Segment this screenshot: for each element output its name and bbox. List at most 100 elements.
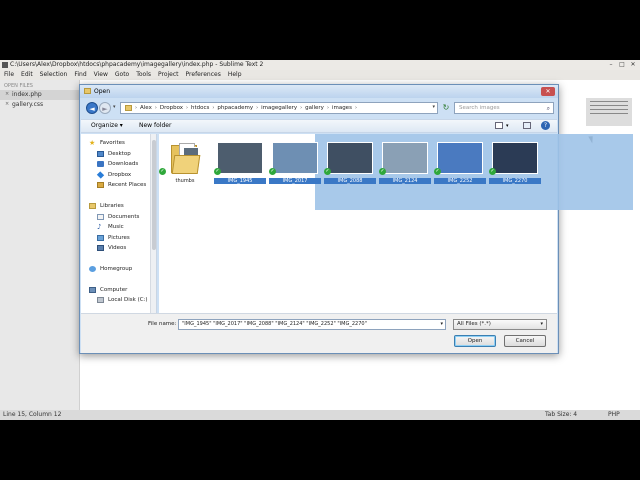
nav-documents[interactable]: Documents — [97, 214, 139, 220]
search-icon[interactable]: ⌕ — [547, 104, 550, 114]
sidebar-file-label: index.php — [12, 91, 42, 98]
organize-button[interactable]: Organize ▾ — [91, 120, 123, 132]
back-button[interactable]: ◄ — [86, 102, 98, 114]
view-icon[interactable] — [495, 122, 503, 129]
close-file-icon[interactable]: × — [5, 100, 9, 108]
file-tile-img-2252[interactable]: ✓ IMG_2252 — [434, 137, 486, 191]
address-bar[interactable]: › Alex › Dropbox › htdocs › phpacademy › ima… — [120, 102, 438, 114]
file-tile-img-2088[interactable]: ✓ IMG_2088 — [324, 137, 376, 191]
nav-pictures[interactable]: Pictures — [97, 235, 130, 241]
close-window-button[interactable]: ✕ — [629, 61, 637, 68]
breadcrumb-images[interactable]: images — [332, 105, 352, 111]
nav-recent-places[interactable]: Recent Places — [97, 182, 146, 188]
forward-button[interactable]: ► — [99, 102, 111, 114]
image-thumbnail — [272, 142, 318, 174]
menu-bar: File Edit Selection Find View Goto Tools… — [0, 70, 640, 80]
nav-label: Recent Places — [108, 182, 147, 188]
nav-label: Desktop — [108, 151, 131, 157]
menu-goto[interactable]: Goto — [115, 70, 129, 80]
navpane-scrollbar[interactable] — [150, 134, 156, 313]
breadcrumb-gallery[interactable]: gallery — [305, 105, 324, 111]
file-tile-img-1945[interactable]: ✓ IMG_1945 — [214, 137, 266, 191]
chevron-down-icon[interactable]: ▾ — [440, 320, 443, 329]
sync-check-icon: ✓ — [214, 168, 221, 175]
menu-help[interactable]: Help — [228, 70, 242, 80]
chevron-down-icon[interactable]: ▾ — [506, 120, 509, 132]
file-name-label: File name: — [148, 321, 177, 327]
dialog-title-bar: Open ✕ — [80, 85, 558, 98]
breadcrumb-phpacademy[interactable]: phpacademy — [217, 105, 253, 111]
chevron-down-icon[interactable]: ▾ — [540, 320, 543, 329]
nav-label: Homegroup — [100, 266, 133, 272]
file-list[interactable]: ✓ thumbs ✓ IMG_1945 ✓ IMG_2017 ✓ IMG_208… — [159, 134, 633, 313]
sync-check-icon: ✓ — [489, 168, 496, 175]
chevron-down-icon[interactable]: ▾ — [432, 104, 435, 110]
refresh-icon[interactable]: ↻ — [440, 102, 452, 114]
minimize-button[interactable]: – — [607, 61, 615, 68]
image-thumbnail — [492, 142, 538, 174]
breadcrumb-imagegallery[interactable]: imagegallery — [261, 105, 297, 111]
menu-tools[interactable]: Tools — [136, 70, 151, 80]
downloads-icon — [97, 161, 104, 167]
nav-homegroup[interactable]: Homegroup — [89, 266, 132, 272]
nav-label: Music — [108, 224, 124, 230]
image-thumbnail — [382, 142, 428, 174]
nav-computer[interactable]: Computer — [89, 287, 127, 293]
close-file-icon[interactable]: × — [5, 90, 9, 98]
nav-libraries[interactable]: Libraries — [89, 203, 124, 209]
file-name-input[interactable]: "IMG_1945" "IMG_2017" "IMG_2088" "IMG_21… — [178, 319, 446, 330]
nav-desktop[interactable]: Desktop — [97, 151, 131, 157]
file-name: IMG_1945 — [214, 178, 266, 184]
dialog-close-button[interactable]: ✕ — [541, 87, 555, 96]
nav-label: Videos — [108, 245, 127, 251]
recent-locations-dropdown[interactable]: ▾ — [113, 104, 116, 110]
menu-view[interactable]: View — [94, 70, 108, 80]
nav-dropbox[interactable]: Dropbox — [96, 171, 131, 179]
tab-size[interactable]: Tab Size: 4 — [545, 410, 577, 420]
breadcrumb-dropbox[interactable]: Dropbox — [160, 105, 183, 111]
music-icon: ♪ — [97, 223, 102, 231]
file-tile-img-2017[interactable]: ✓ IMG_2017 — [269, 137, 321, 191]
nav-music[interactable]: ♪ Music — [97, 223, 124, 231]
breadcrumb-alex[interactable]: Alex — [140, 105, 152, 111]
menu-project[interactable]: Project — [158, 70, 179, 80]
title-bar: C:\Users\Alex\Dropbox\htdocs\phpacademy\… — [0, 60, 640, 70]
file-name: IMG_2252 — [434, 178, 486, 184]
menu-file[interactable]: File — [4, 70, 14, 80]
computer-icon — [89, 287, 96, 293]
nav-favorites[interactable]: ★ Favorites — [89, 140, 125, 147]
nav-local-disk[interactable]: Local Disk (C:) — [97, 297, 148, 303]
breadcrumb-htdocs[interactable]: htdocs — [191, 105, 209, 111]
sync-check-icon: ✓ — [269, 168, 276, 175]
menu-selection[interactable]: Selection — [40, 70, 68, 80]
file-type-select[interactable]: All Files (*.*) ▾ — [453, 319, 547, 330]
new-folder-button[interactable]: New folder — [139, 120, 171, 132]
nav-videos[interactable]: Videos — [97, 245, 126, 251]
menu-preferences[interactable]: Preferences — [186, 70, 221, 80]
sidebar-file-index[interactable]: × index.php — [0, 90, 79, 100]
nav-label: Local Disk (C:) — [108, 297, 148, 303]
dialog-footer: File name: "IMG_1945" "IMG_2017" "IMG_20… — [81, 313, 557, 353]
nav-label: Pictures — [108, 235, 130, 241]
sync-check-icon: ✓ — [379, 168, 386, 175]
cursor-position: Line 15, Column 12 — [3, 411, 62, 418]
image-thumbnail — [437, 142, 483, 174]
minimap[interactable] — [586, 98, 632, 126]
status-bar: Line 15, Column 12 Tab Size: 4 PHP — [0, 410, 640, 420]
documents-icon — [97, 214, 104, 220]
help-icon[interactable]: ? — [541, 121, 550, 130]
menu-find[interactable]: Find — [74, 70, 86, 80]
preview-pane-icon[interactable] — [523, 122, 531, 129]
nav-downloads[interactable]: Downloads — [97, 161, 138, 167]
sidebar-file-gallery-css[interactable]: × gallery.css — [0, 100, 79, 110]
maximize-button[interactable]: □ — [618, 61, 626, 68]
file-tile-img-2270[interactable]: ✓ IMG_2270 — [489, 137, 541, 191]
menu-edit[interactable]: Edit — [21, 70, 33, 80]
search-input[interactable]: Search images ⌕ — [454, 102, 554, 114]
file-tile-thumbs[interactable]: ✓ thumbs — [159, 137, 211, 191]
cancel-button[interactable]: Cancel — [504, 335, 546, 347]
syntax-mode[interactable]: PHP — [608, 410, 620, 420]
folder-icon — [171, 141, 201, 174]
open-button[interactable]: Open — [454, 335, 496, 347]
file-tile-img-2124[interactable]: ✓ IMG_2124 — [379, 137, 431, 191]
